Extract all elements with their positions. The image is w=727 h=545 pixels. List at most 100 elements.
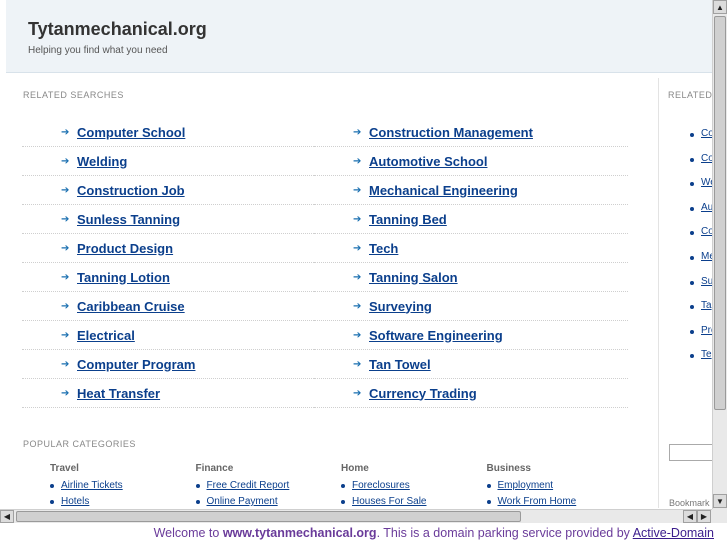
related-search-link[interactable]: Caribbean Cruise	[77, 299, 185, 314]
related-search-row: ➔ Tanning Bed	[314, 205, 628, 234]
related-search-row: ➔ Software Engineering	[314, 321, 628, 350]
arrow-right-icon: ➔	[61, 213, 70, 225]
related-search-row: ➔ Construction Job	[22, 176, 314, 205]
related-search-link[interactable]: Automotive School	[369, 154, 487, 169]
arrow-up-icon: ▲	[716, 2, 724, 12]
footer-middle: . This is a domain parking service provi…	[376, 526, 633, 540]
related-search-link[interactable]: Construction Management	[369, 125, 533, 140]
related-search-row: ➔ Surveying	[314, 292, 628, 321]
side-related-panel: RELATED Co Co We Au Co Me Su Ta Pro Te Bookmark	[658, 78, 712, 508]
side-related-link[interactable]: We	[701, 177, 712, 188]
arrow-right-icon: ➔	[353, 184, 362, 196]
related-search-row: ➔ Mechanical Engineering	[314, 176, 628, 205]
related-search-row: ➔ Caribbean Cruise	[22, 292, 314, 321]
related-search-link[interactable]: Welding	[77, 154, 127, 169]
bookmark-link[interactable]: Bookmark	[669, 498, 710, 508]
related-search-link[interactable]: Construction Job	[77, 183, 185, 198]
footer-provider-link[interactable]: Active-Domain	[633, 526, 714, 540]
related-search-row: ➔ Tech	[314, 234, 628, 263]
arrow-right-icon: ➔	[61, 300, 70, 312]
related-search-link[interactable]: Tan Towel	[369, 357, 431, 372]
related-search-link[interactable]: Tanning Lotion	[77, 270, 170, 285]
site-title: Tytanmechanical.org	[28, 19, 207, 39]
category-link[interactable]: Online Payment	[207, 496, 278, 507]
bullet-icon	[690, 280, 694, 285]
arrow-right-icon: ➔	[61, 329, 70, 341]
related-search-link[interactable]: Tanning Salon	[369, 270, 458, 285]
side-related-link[interactable]: Co	[701, 226, 712, 237]
bullet-icon	[690, 256, 694, 260]
page-viewport[interactable]: Tytanmechanical.org Helping you find wha…	[0, 0, 712, 509]
category-link[interactable]: Houses For Sale	[352, 496, 426, 507]
arrow-right-icon: ➔	[61, 387, 70, 399]
related-search-row: ➔ Tanning Salon	[314, 263, 628, 292]
footer-prefix: Welcome to	[153, 526, 223, 540]
horizontal-scrollbar[interactable]: ◀ ◀ ▶	[0, 509, 712, 523]
bullet-icon	[486, 500, 491, 504]
related-search-row: ➔ Electrical	[22, 321, 314, 350]
bullet-icon	[195, 500, 200, 504]
category-link[interactable]: Work From Home	[498, 496, 577, 507]
arrow-right-icon: ➔	[353, 126, 362, 138]
related-search-link[interactable]: Software Engineering	[369, 328, 503, 343]
scroll-down-button[interactable]: ▼	[713, 494, 727, 508]
related-search-link[interactable]: Currency Trading	[369, 386, 477, 401]
related-search-row: ➔ Tanning Lotion	[22, 263, 314, 292]
related-search-link[interactable]: Heat Transfer	[77, 386, 160, 401]
side-related-link[interactable]: Co	[701, 128, 712, 139]
related-search-row: ➔ Tan Towel	[314, 350, 628, 379]
scroll-right-button[interactable]: ▶	[697, 510, 711, 523]
side-related-link[interactable]: Ta	[701, 300, 712, 311]
arrow-down-icon: ▼	[716, 496, 724, 506]
category-link[interactable]: Free Credit Report	[207, 480, 290, 491]
bullet-icon	[690, 206, 694, 211]
side-related-link[interactable]: Au	[701, 202, 712, 213]
vertical-scrollbar[interactable]: ▲ ▼	[712, 0, 727, 509]
related-search-link[interactable]: Electrical	[77, 328, 135, 343]
scroll-up-button[interactable]: ▲	[713, 0, 727, 14]
arrow-right-icon: ➔	[61, 271, 70, 283]
related-search-link[interactable]: Sunless Tanning	[77, 212, 180, 227]
category-heading: Business	[486, 463, 531, 474]
related-search-link[interactable]: Product Design	[77, 241, 173, 256]
bullet-icon	[690, 182, 694, 187]
arrow-right-icon: ➔	[353, 155, 362, 167]
related-search-link[interactable]: Tanning Bed	[369, 212, 447, 227]
related-search-link[interactable]: Computer School	[77, 125, 185, 140]
related-search-row: ➔ Computer Program	[22, 350, 314, 379]
arrow-right-icon: ➔	[61, 358, 70, 370]
related-search-link[interactable]: Mechanical Engineering	[369, 183, 518, 198]
category-link[interactable]: Employment	[498, 480, 554, 491]
related-search-link[interactable]: Computer Program	[77, 357, 195, 372]
category-heading: Finance	[195, 463, 234, 474]
side-related-link[interactable]: Me	[701, 251, 712, 262]
category-link[interactable]: Airline Tickets	[61, 480, 123, 491]
side-related-label: RELATED	[668, 90, 712, 100]
category-heading: Travel	[50, 463, 79, 474]
related-search-row: ➔ Product Design	[22, 234, 314, 263]
side-related-link[interactable]: Co	[701, 153, 712, 164]
bullet-icon	[690, 329, 694, 334]
scroll-left-button-2[interactable]: ◀	[683, 510, 697, 523]
related-search-link[interactable]: Tech	[369, 241, 398, 256]
arrow-right-icon: ➔	[353, 300, 362, 312]
category-heading: Home	[341, 463, 369, 474]
side-related-link[interactable]: Te	[701, 349, 712, 360]
horizontal-scroll-thumb[interactable]	[16, 511, 521, 522]
side-search-input[interactable]	[669, 444, 712, 461]
bullet-icon	[690, 354, 694, 359]
related-search-link[interactable]: Surveying	[369, 299, 432, 314]
category-link[interactable]: Hotels	[61, 496, 89, 507]
arrow-right-icon: ➔	[353, 213, 362, 225]
arrow-right-icon: ➔	[61, 126, 70, 138]
category-link[interactable]: Foreclosures	[352, 480, 410, 491]
site-tagline: Helping you find what you need	[28, 45, 168, 56]
side-related-link[interactable]: Su	[701, 276, 712, 287]
arrow-right-icon: ➔	[61, 155, 70, 167]
scrollbar-corner	[712, 509, 727, 523]
vertical-scroll-thumb[interactable]	[714, 16, 726, 410]
scroll-left-button[interactable]: ◀	[0, 510, 14, 523]
side-related-link[interactable]: Pro	[701, 325, 712, 336]
arrow-right-icon: ▶	[700, 512, 708, 521]
footer-domain: www.tytanmechanical.org	[222, 526, 377, 540]
